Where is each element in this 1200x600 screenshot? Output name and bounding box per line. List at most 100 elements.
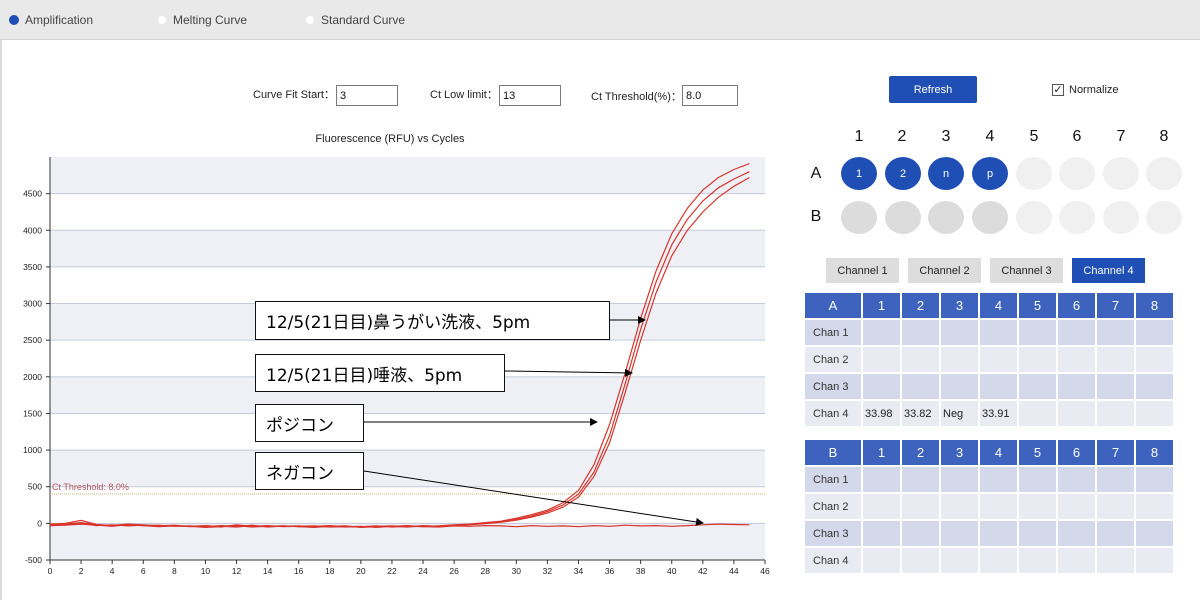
table-b-col-5: 5 — [1019, 440, 1056, 465]
row-label: Chan 4 — [805, 548, 861, 573]
x-tick-label: 14 — [263, 566, 273, 576]
table-cell: 33.82 — [902, 401, 939, 426]
plate-col-4: 4 — [985, 128, 995, 145]
table-cell — [980, 467, 1017, 492]
tab-amplification[interactable]: Amplification — [9, 11, 93, 29]
tab-standard-curve[interactable]: Standard Curve — [305, 11, 405, 29]
x-tick-label: 26 — [449, 566, 459, 576]
tab-melting-curve[interactable]: Melting Curve — [157, 11, 247, 29]
x-tick-label: 18 — [325, 566, 335, 576]
well-b8[interactable] — [1146, 201, 1182, 234]
table-b-col-7: 7 — [1097, 440, 1134, 465]
curve-fit-start-input[interactable] — [336, 85, 398, 106]
well-b4[interactable] — [972, 201, 1008, 234]
table-a-col-5: 5 — [1019, 293, 1056, 318]
plate-col-2: 2 — [897, 128, 907, 145]
ct-threshold-input[interactable] — [682, 85, 738, 106]
table-cell — [980, 521, 1017, 546]
channel-4-button[interactable]: Channel 4 — [1072, 258, 1145, 283]
plot-band — [50, 230, 765, 267]
well-a4[interactable]: p — [972, 157, 1008, 190]
refresh-button[interactable]: Refresh — [889, 76, 977, 103]
well-a5[interactable] — [1016, 157, 1052, 190]
well-a1[interactable]: 1 — [841, 157, 877, 190]
table-row: Chan 1 — [805, 467, 1173, 492]
table-cell — [1136, 374, 1173, 399]
table-cell — [863, 374, 900, 399]
well-b1[interactable] — [841, 201, 877, 234]
x-tick-label: 34 — [574, 566, 584, 576]
plate-col-1: 1 — [854, 128, 864, 145]
well-b6[interactable] — [1059, 201, 1095, 234]
well-a8[interactable] — [1146, 157, 1182, 190]
radio-icon — [157, 15, 167, 25]
table-cell — [1058, 467, 1095, 492]
normalize-checkbox[interactable]: ✓ Normalize — [1052, 84, 1119, 96]
table-row: Chan 1 — [805, 320, 1173, 345]
radio-selected-icon — [9, 15, 19, 25]
plot-band — [50, 486, 765, 524]
row-label: Chan 2 — [805, 494, 861, 519]
table-cell — [1019, 347, 1056, 372]
table-cell — [1058, 320, 1095, 345]
channel-1-button[interactable]: Channel 1 — [826, 258, 899, 283]
table-row: Chan 4 — [805, 548, 1173, 573]
table-cell — [863, 347, 900, 372]
x-tick-label: 20 — [356, 566, 366, 576]
tab-melting-curve-label: Melting Curve — [173, 13, 248, 27]
ct-low-limit-input[interactable] — [499, 85, 561, 106]
well-a2[interactable]: 2 — [885, 157, 921, 190]
table-cell — [1097, 347, 1134, 372]
table-cell — [1097, 521, 1134, 546]
well-a6[interactable] — [1059, 157, 1095, 190]
x-tick-label: 4 — [110, 566, 115, 576]
plate-col-7: 7 — [1116, 128, 1126, 145]
table-cell — [863, 467, 900, 492]
table-cell — [941, 467, 978, 492]
row-label: Chan 3 — [805, 521, 861, 546]
table-cell — [941, 374, 978, 399]
table-cell — [902, 548, 939, 573]
table-cell — [941, 521, 978, 546]
well-a3[interactable]: n — [928, 157, 964, 190]
table-a-col-1: 1 — [863, 293, 900, 318]
plate-col-3: 3 — [941, 128, 951, 145]
table-b-col-3: 3 — [941, 440, 978, 465]
table-cell — [902, 467, 939, 492]
x-tick-label: 46 — [760, 566, 770, 576]
table-cell — [1019, 494, 1056, 519]
well-b3[interactable] — [928, 201, 964, 234]
table-b-col-8: 8 — [1136, 440, 1173, 465]
x-tick-label: 12 — [232, 566, 242, 576]
radio-icon — [305, 15, 315, 25]
table-cell: 33.91 — [980, 401, 1017, 426]
checkbox-checked-icon: ✓ — [1052, 84, 1064, 96]
channel-2-button[interactable]: Channel 2 — [908, 258, 981, 283]
table-row: Chan 3 — [805, 374, 1173, 399]
table-cell — [1019, 467, 1056, 492]
well-a7[interactable] — [1103, 157, 1139, 190]
table-cell — [1136, 548, 1173, 573]
x-tick-label: 44 — [729, 566, 739, 576]
table-cell — [1019, 548, 1056, 573]
table-cell: 33.98 — [863, 401, 900, 426]
annotation-positive-control: ポジコン — [255, 404, 364, 442]
view-tab-bar: Amplification Melting Curve Standard Cur… — [0, 0, 1200, 40]
well-b7[interactable] — [1103, 201, 1139, 234]
table-cell — [941, 347, 978, 372]
x-tick-label: 42 — [698, 566, 708, 576]
table-cell — [980, 347, 1017, 372]
x-tick-label: 38 — [636, 566, 646, 576]
table-cell — [980, 548, 1017, 573]
well-b5[interactable] — [1016, 201, 1052, 234]
row-label: Chan 2 — [805, 347, 861, 372]
table-cell — [863, 320, 900, 345]
x-tick-label: 10 — [201, 566, 211, 576]
channel-3-button[interactable]: Channel 3 — [990, 258, 1063, 283]
well-b2[interactable] — [885, 201, 921, 234]
x-tick-label: 22 — [387, 566, 397, 576]
tab-amplification-label: Amplification — [25, 13, 94, 27]
table-cell — [941, 548, 978, 573]
table-b-col-1: 1 — [863, 440, 900, 465]
table-cell — [902, 521, 939, 546]
